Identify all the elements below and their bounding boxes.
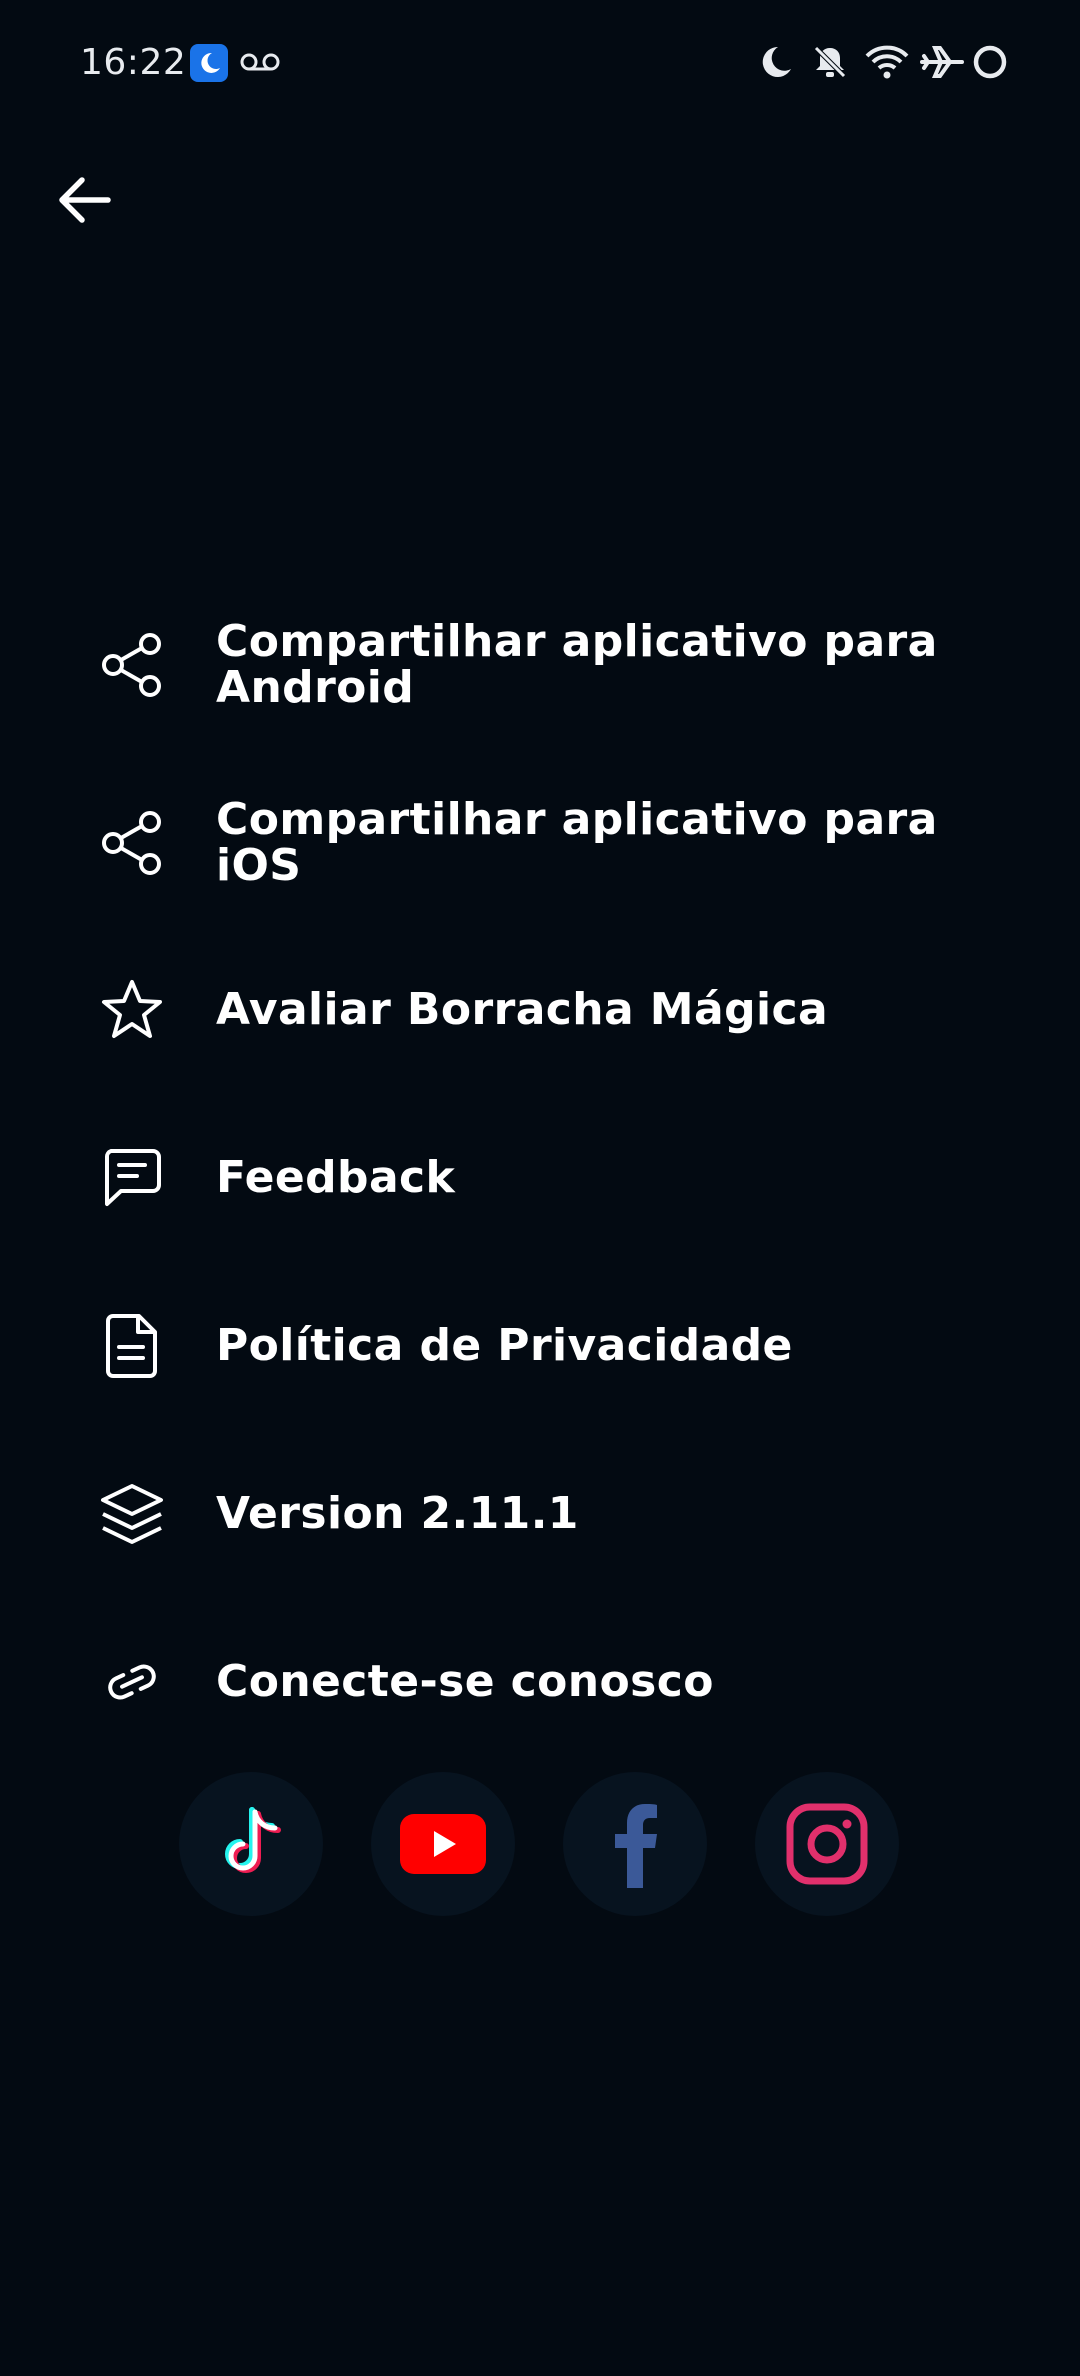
youtube-button[interactable]: [371, 1772, 515, 1916]
voicemail-icon: [240, 50, 280, 78]
document-icon: [98, 1312, 166, 1380]
star-icon: [98, 976, 166, 1044]
notifications-off-icon: [812, 44, 848, 84]
tiktok-icon: [225, 1807, 281, 1873]
menu-item-label: Avaliar Borracha Mágica: [216, 984, 829, 1035]
menu-item-label: Version 2.11.1: [216, 1488, 579, 1539]
menu-item-label: Compartilhar aplicativo para iOS: [216, 794, 938, 891]
menu-item-share-ios[interactable]: Compartilhar aplicativo para iOS: [0, 768, 1080, 918]
menu-item-connect[interactable]: Conecte-se conosco: [0, 1607, 1080, 1757]
facebook-button[interactable]: [563, 1772, 707, 1916]
link-icon: [98, 1648, 166, 1716]
menu-item-share-android[interactable]: Compartilhar aplicativo para Android: [0, 590, 1080, 740]
message-icon: [98, 1144, 166, 1212]
wifi-icon: [864, 44, 910, 84]
status-time: 16:22: [80, 42, 187, 83]
menu-item-label: Política de Privacidade: [216, 1320, 793, 1371]
menu-item-privacy-policy[interactable]: Política de Privacidade: [0, 1271, 1080, 1421]
do-not-disturb-moon-icon: [758, 44, 794, 84]
share-icon: [98, 631, 166, 699]
tiktok-button[interactable]: [179, 1772, 323, 1916]
menu-item-rate-app[interactable]: Avaliar Borracha Mágica: [0, 935, 1080, 1085]
back-button[interactable]: [44, 160, 124, 240]
share-icon: [98, 809, 166, 877]
bedtime-badge-icon: [190, 44, 228, 86]
layers-icon: [98, 1480, 166, 1548]
instagram-icon: [786, 1803, 868, 1885]
menu-item-label: Feedback: [216, 1152, 456, 1203]
status-bar: 16:22: [0, 0, 1080, 130]
battery-ring-icon: [972, 44, 1008, 84]
arrow-left-icon: [59, 177, 111, 223]
menu-item-label: Conecte-se conosco: [216, 1656, 714, 1707]
facebook-icon: [615, 1804, 657, 1888]
airplane-mode-icon: [920, 44, 964, 84]
instagram-button[interactable]: [755, 1772, 899, 1916]
social-links: [0, 1772, 1080, 1916]
menu-item-feedback[interactable]: Feedback: [0, 1103, 1080, 1253]
youtube-icon: [400, 1814, 486, 1874]
menu-item-version[interactable]: Version 2.11.1: [0, 1439, 1080, 1589]
settings-screen: 16:22 Compartilhar aplicativo para Andro…: [0, 0, 1080, 2376]
menu-item-label: Compartilhar aplicativo para Android: [216, 616, 938, 713]
